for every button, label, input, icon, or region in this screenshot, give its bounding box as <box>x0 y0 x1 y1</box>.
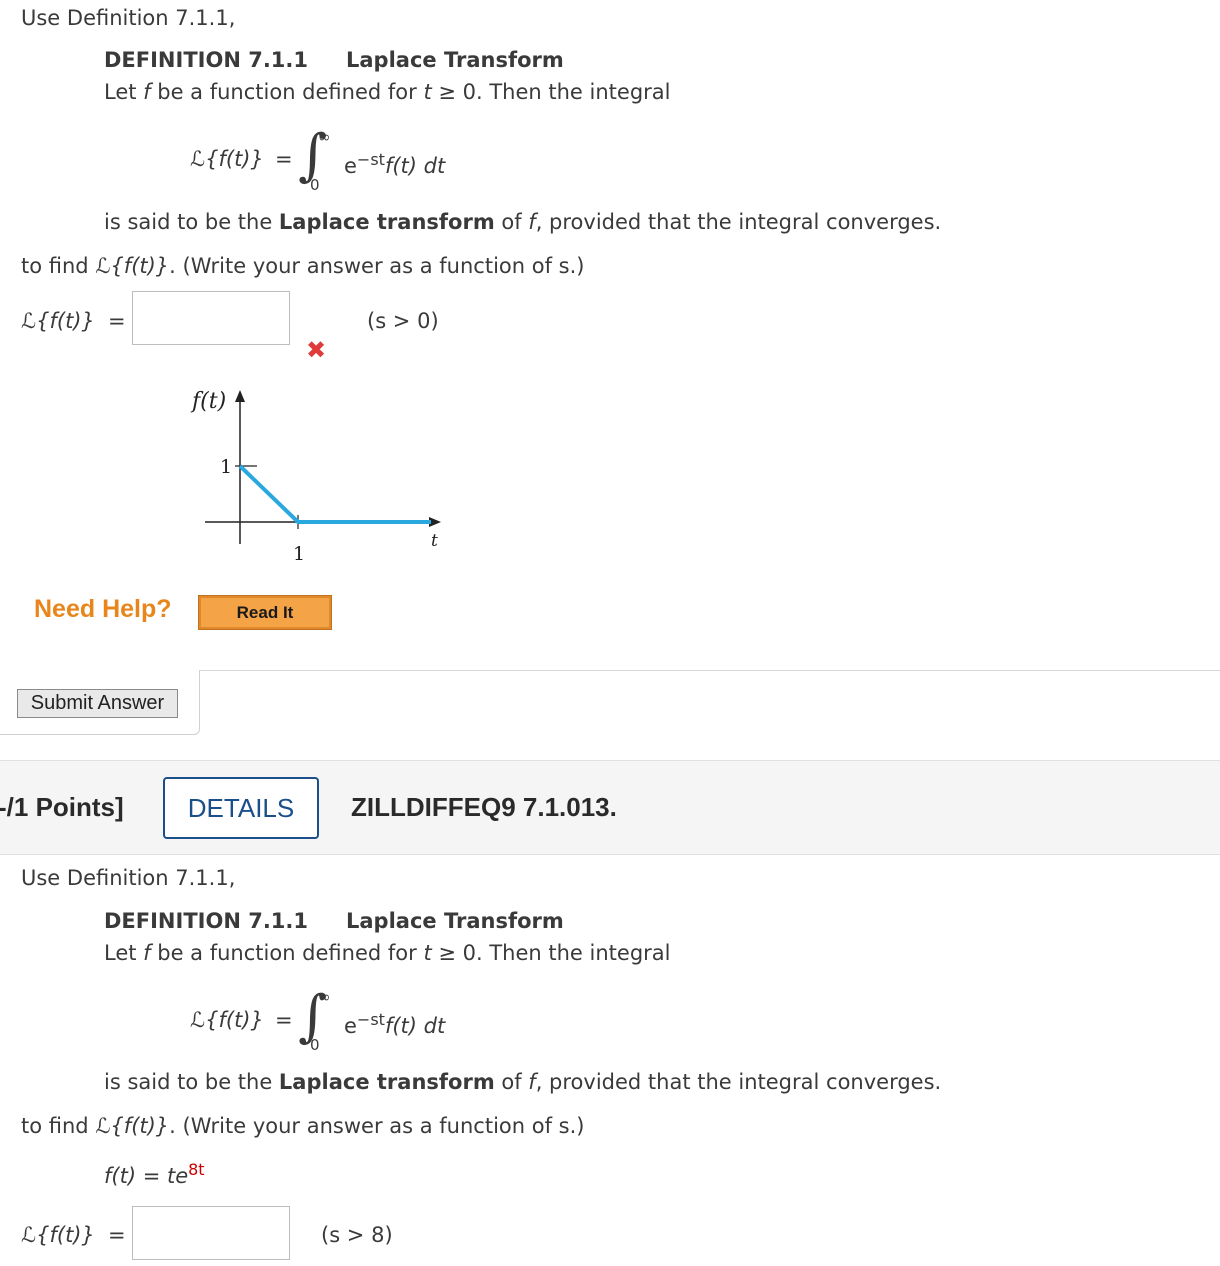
q1-answer-equals: = <box>108 309 126 333</box>
q1-find-line: to find ℒ{f(t)}. (Write your answer as a… <box>21 254 585 278</box>
q2-formula-lhs: ℒ{f(t)} <box>190 1008 264 1032</box>
details-button[interactable]: DETAILS <box>163 777 319 839</box>
q1-graph: f(t) 1 1 t <box>185 382 450 567</box>
submit-answer-button[interactable]: Submit Answer <box>17 689 178 718</box>
q1-definition-label: DEFINITION 7.1.1 <box>104 48 308 72</box>
q2-find-line: to find ℒ{f(t)}. (Write your answer as a… <box>21 1114 585 1138</box>
divider <box>200 670 1220 671</box>
function-line <box>238 464 431 524</box>
q1-integral-upper: ∞ <box>318 128 331 146</box>
q1-said-line: is said to be the Laplace transform of f… <box>104 210 942 234</box>
q2-intro: Use Definition 7.1.1, <box>21 866 236 890</box>
q2-condition: (s > 8) <box>321 1223 393 1247</box>
q2-said-line: is said to be the Laplace transform of f… <box>104 1070 942 1094</box>
q2-definition-name: Laplace Transform <box>346 909 564 933</box>
q1-definition-name: Laplace Transform <box>346 48 564 72</box>
graph-xlabel: t <box>431 531 438 551</box>
q2-integral-upper: ∞ <box>318 988 331 1006</box>
wrong-answer-icon: ✖ <box>306 336 327 364</box>
q2-answer-equals: = <box>108 1223 126 1247</box>
q2-formula-equals: = <box>275 1008 293 1032</box>
q2-integral-lower: 0 <box>310 1036 320 1054</box>
read-it-button[interactable]: Read It <box>198 595 332 630</box>
q2-given-function: f(t) = te8t <box>104 1160 205 1188</box>
graph-ylabel: f(t) <box>190 389 226 414</box>
q2-answer-input[interactable] <box>132 1206 290 1260</box>
points-label: -/1 Points] <box>0 792 124 822</box>
q1-intro: Use Definition 7.1.1, <box>21 6 236 30</box>
q1-condition: (s > 0) <box>367 309 439 333</box>
graph-xtick-label: 1 <box>293 543 305 565</box>
q1-formula-lhs: ℒ{f(t)} <box>190 147 264 171</box>
q1-graph-svg: f(t) 1 1 t <box>190 389 441 565</box>
q2-definition-line: Let f be a function defined for t ≥ 0. T… <box>104 941 671 965</box>
q2-answer-lhs: ℒ{f(t)} <box>21 1223 95 1247</box>
graph-ytick-label: 1 <box>220 456 232 478</box>
q1-formula-equals: = <box>275 147 293 171</box>
y-axis-arrow <box>235 390 245 402</box>
q2-integrand: e−stf(t) dt <box>344 1010 446 1038</box>
q1-integrand: e−stf(t) dt <box>344 150 446 178</box>
q1-answer-input[interactable] <box>132 291 290 345</box>
q1-integral-lower: 0 <box>310 176 320 194</box>
q1-definition-line: Let f be a function defined for t ≥ 0. T… <box>104 80 671 104</box>
q2-definition-label: DEFINITION 7.1.1 <box>104 909 308 933</box>
need-help-title: Need Help? <box>34 595 172 623</box>
question-id: ZILLDIFFEQ9 7.1.013. <box>351 792 617 822</box>
q1-answer-lhs: ℒ{f(t)} <box>21 309 95 333</box>
